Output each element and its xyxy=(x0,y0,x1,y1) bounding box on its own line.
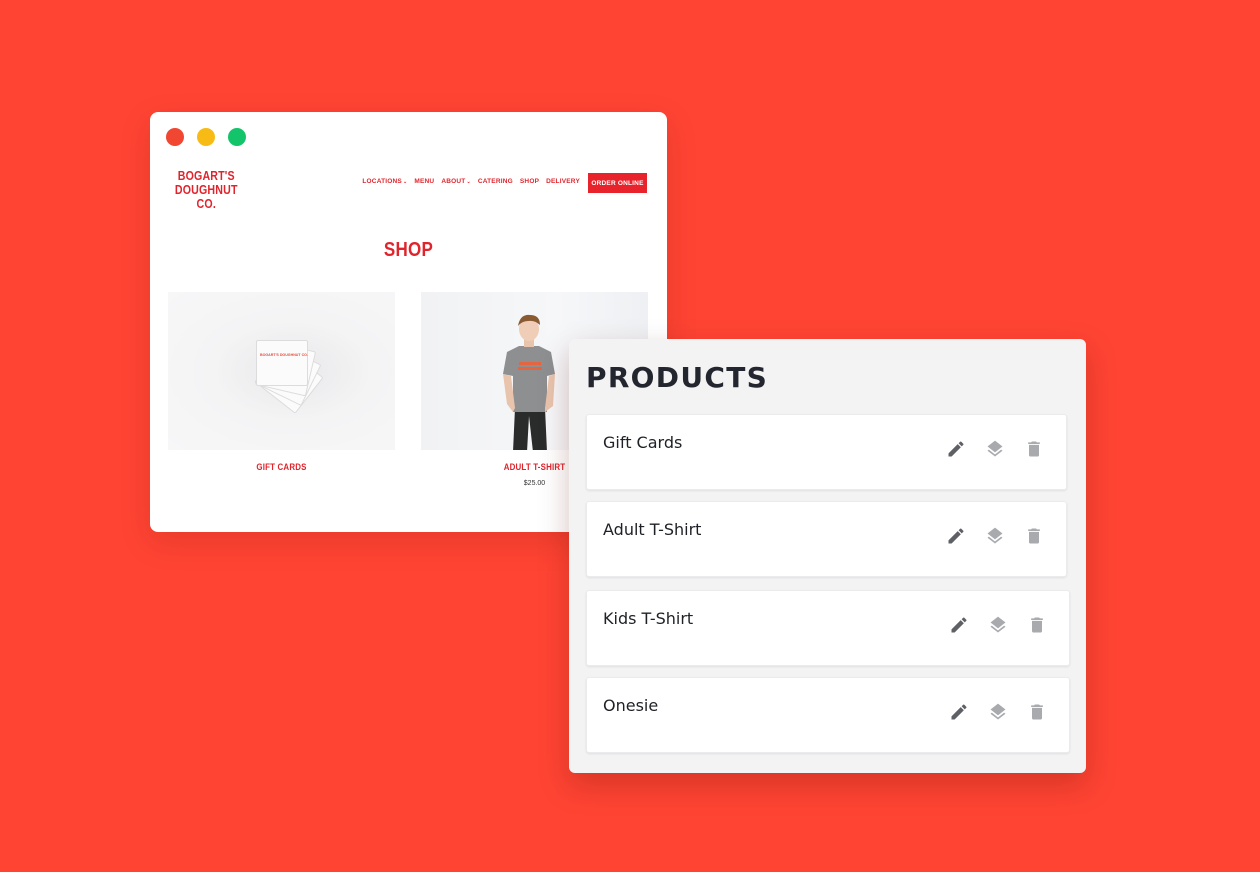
product-row[interactable]: Onesie xyxy=(586,677,1070,753)
row-actions xyxy=(949,615,1047,635)
page-title: SHOP xyxy=(383,239,434,261)
site-nav: LOCATIONS ⌄ MENU ABOUT ⌄ CATERING SHOP D… xyxy=(362,178,580,185)
logo-line-2: DOUGHNUT CO. xyxy=(174,183,238,211)
pencil-icon xyxy=(948,441,964,457)
nav-delivery[interactable]: DELIVERY xyxy=(546,178,580,185)
delete-button[interactable] xyxy=(1027,615,1047,635)
variants-button[interactable] xyxy=(985,526,1005,546)
variants-button[interactable] xyxy=(985,439,1005,459)
edit-button[interactable] xyxy=(946,526,966,546)
row-actions xyxy=(946,439,1044,459)
variants-button[interactable] xyxy=(988,615,1008,635)
nav-label: ABOUT xyxy=(441,178,466,185)
product-card-gift-cards[interactable]: BOGART'S DOUGHNUT CO. GIFT CARDS xyxy=(168,292,395,472)
nav-about[interactable]: ABOUT ⌄ xyxy=(441,178,471,185)
gift-card-text: BOGART'S DOUGHNUT CO. xyxy=(260,353,308,357)
nav-locations[interactable]: LOCATIONS ⌄ xyxy=(362,178,407,185)
product-row[interactable]: Adult T-Shirt xyxy=(586,501,1067,577)
nav-label: CATERING xyxy=(477,178,513,185)
edit-button[interactable] xyxy=(949,702,969,722)
pencil-icon xyxy=(951,704,967,720)
pencil-icon xyxy=(951,617,967,633)
product-name[interactable]: GIFT CARDS xyxy=(182,462,382,472)
row-actions xyxy=(946,526,1044,546)
chevron-down-icon: ⌄ xyxy=(402,178,408,185)
chevron-down-icon: ⌄ xyxy=(466,178,471,185)
product-row-name: Onesie xyxy=(603,696,659,715)
trash-icon xyxy=(1028,441,1040,457)
trash-icon xyxy=(1031,704,1043,720)
logo-line-1: BOGART'S xyxy=(177,169,235,183)
nav-label: LOCATIONS xyxy=(362,178,402,185)
pencil-icon xyxy=(948,528,964,544)
layers-icon xyxy=(987,527,1003,544)
window-minimize-button[interactable] xyxy=(197,128,215,146)
trash-icon xyxy=(1028,528,1040,544)
nav-label: DELIVERY xyxy=(546,178,580,185)
window-maximize-button[interactable] xyxy=(228,128,246,146)
edit-button[interactable] xyxy=(949,615,969,635)
delete-button[interactable] xyxy=(1024,526,1044,546)
nav-label: MENU xyxy=(414,178,435,185)
gift-cards-image[interactable]: BOGART'S DOUGHNUT CO. xyxy=(168,292,395,450)
nav-menu[interactable]: MENU xyxy=(414,178,434,185)
delete-button[interactable] xyxy=(1024,439,1044,459)
product-row[interactable]: Gift Cards xyxy=(586,414,1067,490)
site-logo[interactable]: BOGART'S DOUGHNUT CO. xyxy=(168,169,245,211)
layers-icon xyxy=(987,440,1003,457)
row-actions xyxy=(949,702,1047,722)
trash-icon xyxy=(1031,617,1043,633)
nav-shop[interactable]: SHOP xyxy=(520,178,539,185)
window-close-button[interactable] xyxy=(166,128,184,146)
panel-title: PRODUCTS xyxy=(586,361,769,394)
delete-button[interactable] xyxy=(1027,702,1047,722)
person-in-tshirt-illustration xyxy=(503,314,555,450)
product-row[interactable]: Kids T-Shirt xyxy=(586,590,1070,666)
order-online-button[interactable]: ORDER ONLINE xyxy=(588,173,647,193)
layers-icon xyxy=(990,703,1006,720)
nav-catering[interactable]: CATERING xyxy=(478,178,513,185)
variants-button[interactable] xyxy=(988,702,1008,722)
gift-card-shape: BOGART'S DOUGHNUT CO. xyxy=(256,340,308,386)
edit-button[interactable] xyxy=(946,439,966,459)
product-row-name: Gift Cards xyxy=(603,433,683,452)
nav-label: SHOP xyxy=(519,178,540,185)
products-panel: PRODUCTS Gift Cards Adult T-Shirt Kids T… xyxy=(569,339,1086,773)
product-row-name: Adult T-Shirt xyxy=(603,520,702,539)
layers-icon xyxy=(990,616,1006,633)
product-row-name: Kids T-Shirt xyxy=(603,609,694,628)
